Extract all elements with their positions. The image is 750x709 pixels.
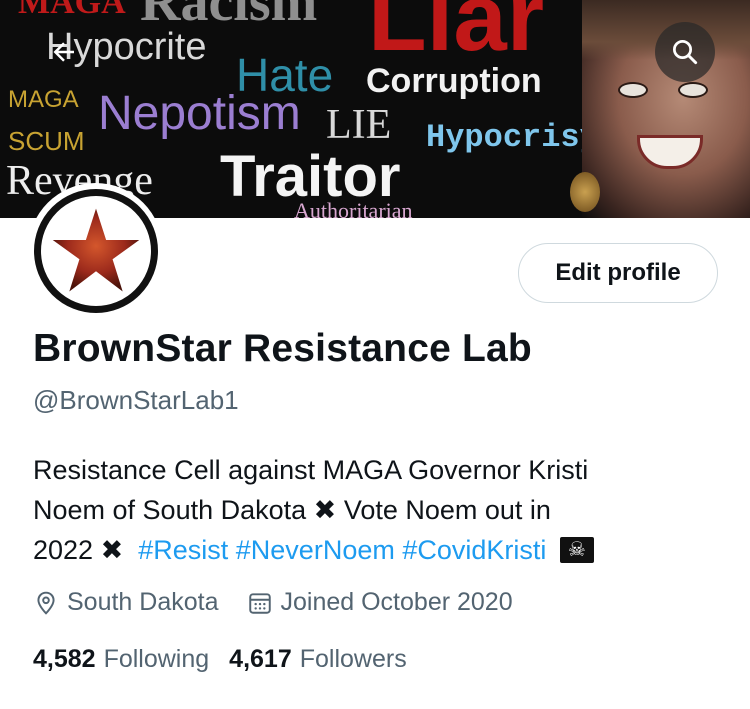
profile-bio: Resistance Cell against MAGA Governor Kr…: [33, 450, 713, 570]
join-date: Joined October 2020: [247, 588, 513, 617]
banner-word: Authoritarian: [294, 198, 413, 219]
bio-line: 2022 ✖ #Resist #NeverNoem #CovidKristi: [33, 530, 713, 570]
bio-line: Resistance Cell against MAGA Governor Kr…: [33, 455, 589, 485]
edit-profile-button[interactable]: Edit profile: [518, 243, 718, 303]
star-icon: [52, 208, 139, 291]
banner-word: Nepotism: [98, 87, 301, 140]
pirate-flag-icon: [559, 536, 594, 563]
banner-word: MAGA: [8, 86, 79, 113]
profile-name: BrownStar Resistance Lab: [33, 327, 532, 370]
follow-stats: 4,582 Following 4,617 Followers: [33, 645, 427, 674]
avatar-image: [33, 188, 158, 313]
banner-word: Corruption: [366, 62, 542, 100]
hashtag-link[interactable]: #CovidKristi: [402, 535, 546, 565]
avatar[interactable]: [28, 183, 163, 318]
banner-word: Hypocrisy: [426, 119, 599, 156]
following-link[interactable]: 4,582 Following: [33, 645, 209, 674]
banner-word: SCUM: [8, 126, 85, 156]
profile-meta: South Dakota Joined October 2020: [33, 588, 541, 617]
banner-word: MAGA: [18, 0, 126, 21]
back-button[interactable]: [34, 22, 94, 82]
hashtag-link[interactable]: #NeverNoem: [236, 535, 395, 565]
location: South Dakota: [33, 588, 219, 617]
profile-handle: @BrownStarLab1: [33, 385, 239, 415]
search-icon: [673, 40, 698, 65]
cross-mark-icon: ✖: [313, 495, 337, 525]
banner-word: Liar: [368, 0, 545, 71]
followers-link[interactable]: 4,617 Followers: [229, 645, 407, 674]
cross-mark-icon: ✖: [100, 535, 124, 565]
calendar-icon: [248, 592, 271, 614]
banner-word: LIE: [326, 102, 392, 148]
hashtag-link[interactable]: #Resist: [138, 535, 228, 565]
search-button[interactable]: [655, 22, 715, 82]
location-pin-icon: [37, 591, 55, 615]
earring-icon: [570, 172, 600, 212]
arrow-left-icon: [53, 42, 74, 62]
bio-line: Noem of South Dakota ✖ Vote Noem out in: [33, 495, 551, 525]
